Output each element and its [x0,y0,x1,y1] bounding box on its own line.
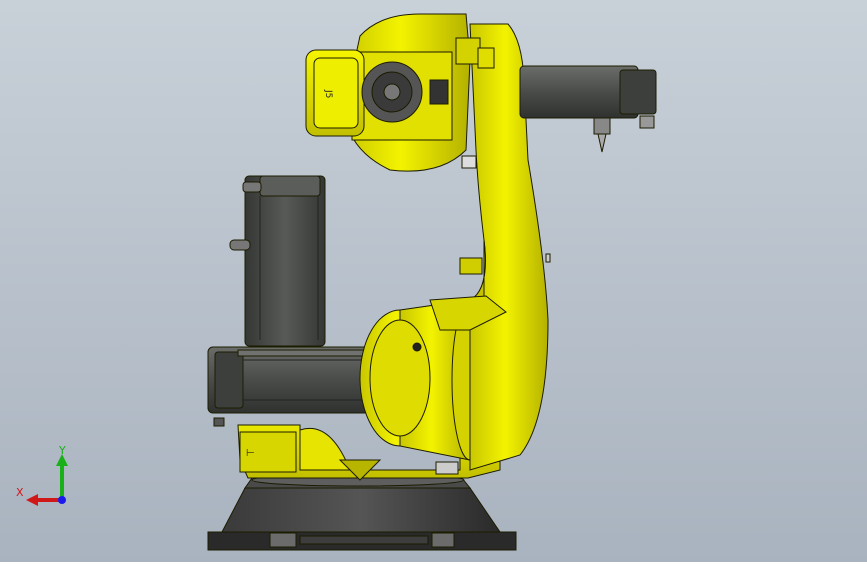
j1-label: ⊢ [246,448,255,459]
j5-label: J5 [323,89,333,98]
graphics-viewport[interactable]: ⊢ J5 [0,0,867,562]
